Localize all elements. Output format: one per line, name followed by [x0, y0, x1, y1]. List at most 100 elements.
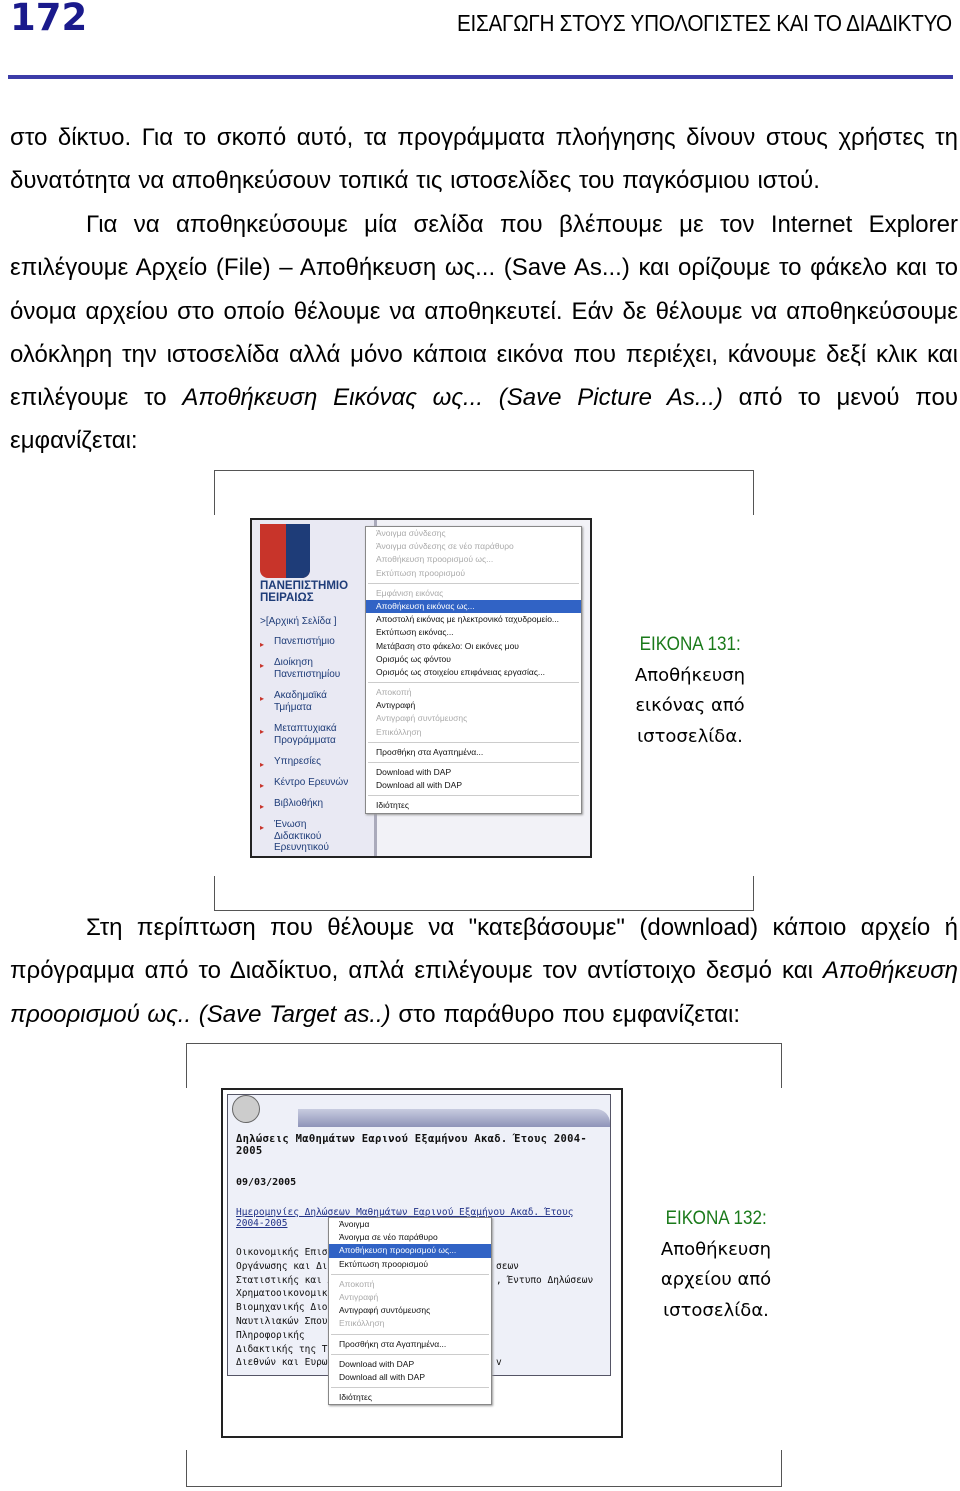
nav-item-label: Βιβλιοθήκη [274, 798, 324, 809]
menu-item[interactable]: Εκτύπωση προορισμού [329, 1258, 491, 1271]
home-link[interactable]: >[Αρχική Σελίδα ] [260, 616, 337, 627]
menu-item[interactable]: Αποθήκευση προορισμού ως... [329, 1244, 491, 1258]
menu-item[interactable]: Επικόλληση [329, 1317, 491, 1330]
menu-separator [368, 582, 579, 584]
menu-item[interactable]: Αντιγραφή [329, 1291, 491, 1304]
menu-item[interactable]: Άνοιγμα σύνδεσης [366, 527, 581, 540]
running-title: ΕΙΣΑΓΩΓΗ ΣΤΟΥΣ ΥΠΟΛΟΓΙΣΤΕΣ ΚΑΙ ΤΟ ΔΙΑΔΙΚ… [457, 10, 952, 36]
paragraph-1: στο δίκτυο. Για το σκοπό αυτό, τα προγρά… [10, 116, 958, 203]
sidebar-nav-item[interactable]: Πανεπιστήμιο [260, 636, 335, 650]
menu-item[interactable]: Αντιγραφή συντόμευσης [329, 1304, 491, 1317]
nav-item-label: Ακαδημαϊκά [274, 690, 327, 701]
menu-item[interactable]: Άνοιγμα [329, 1218, 491, 1231]
nav-item-label: Πανεπιστήμιο [274, 636, 335, 647]
nav-item-label: Κέντρο Ερευνών [274, 777, 349, 788]
list-fragment: , Έντυπο Δηλώσεων [496, 1275, 594, 1286]
menu-item[interactable]: Άνοιγμα σε νέο παράθυρο [329, 1231, 491, 1244]
nav-item-label: Μεταπτυχιακά [274, 723, 337, 734]
menu-item[interactable]: Προσθήκη στα Αγαπημένα... [329, 1338, 491, 1351]
context-menu: Άνοιγμα Άνοιγμα σε νέο παράθυρο Αποθήκευση… [328, 1217, 492, 1406]
menu-item[interactable]: Αποθήκευση εικόνας ως... [366, 599, 581, 614]
figure-frame-bottom [186, 1450, 782, 1487]
menu-item[interactable]: Προσθήκη στα Αγαπημένα... [366, 746, 581, 759]
context-menu: Άνοιγμα σύνδεσης Άνοιγμα σύνδεσης σε νέο … [365, 526, 582, 814]
menu-separator [331, 1353, 489, 1355]
menu-item[interactable]: Εμφάνιση εικόνας [366, 587, 581, 600]
menu-item[interactable]: Ιδιότητες [329, 1391, 491, 1404]
menu-separator [331, 1273, 489, 1275]
paragraph-2: Για να αποθηκεύσουμε μία σελίδα που βλέπ… [10, 203, 958, 463]
menu-item[interactable]: Επικόλληση [366, 726, 581, 739]
panel-header-bar [298, 1109, 610, 1127]
nav-item-label: Προγράμματα [274, 734, 336, 746]
caption-line: εικόνας από [635, 695, 745, 716]
screenshot-course-page: Δηλώσεις Μαθημάτων Εαρινού Εξαμήνου Ακαδ… [221, 1088, 623, 1438]
menu-separator [331, 1333, 489, 1335]
sidebar-nav-item[interactable]: ΜεταπτυχιακάΠρογράμματα [260, 723, 337, 746]
nav-item-label: Υπηρεσίες [274, 756, 321, 767]
sidebar-nav-item[interactable]: ΈνωσηΔιδακτικούΕρευνητικού [260, 819, 329, 854]
paragraph-1-text: στο δίκτυο. Για το σκοπό αυτό, τα προγρά… [10, 124, 958, 195]
nav-item-label: Ένωση [274, 819, 307, 830]
header-rule [8, 75, 953, 79]
menu-item[interactable]: Αντιγραφή συντόμευσης [366, 712, 581, 725]
menu-item[interactable]: Download all with DAP [329, 1371, 491, 1384]
sidebar-nav-item[interactable]: Βιβλιοθήκη [260, 798, 324, 812]
caption-line: αρχείου από [660, 1269, 772, 1290]
menu-item[interactable]: Ορισμός ως στοιχείου επιφάνειας εργασίας… [366, 666, 581, 679]
department-item: Οικονομικής Επιστή [236, 1247, 339, 1258]
department-item: Διεθνών και Ευρωπ [236, 1357, 334, 1369]
menu-item[interactable]: Download all with DAP [366, 779, 581, 792]
p3-text-a: Στη περίπτωση που θέλουμε να "κατεβάσουμ… [10, 914, 958, 985]
page-date: 09/03/2005 [236, 1177, 297, 1188]
caption-line: ιστοσελίδα. [637, 725, 743, 747]
list-fragment: v [496, 1357, 502, 1368]
nav-item-label: Πανεπιστημίου [274, 668, 341, 680]
site-name: ΠΑΝΕΠΙΣΤΗΜΙΟ ΠΕΙΡΑΙΩΣ [260, 580, 348, 604]
department-item: Ναυτιλιακών Σπουδ [236, 1316, 334, 1327]
site-sidebar: ΠΑΝΕΠΙΣΤΗΜΙΟΠΕΙΡΑΙΩΣ >[Αρχική Σελίδα ] Π… [252, 520, 374, 856]
menu-item[interactable]: Download with DAP [329, 1358, 491, 1371]
menu-separator [331, 1387, 489, 1389]
menu-item[interactable]: Αποκοπή [366, 686, 581, 699]
menu-item[interactable]: Αποκοπή [329, 1278, 491, 1291]
screenshot-university-site: ΠΑΝΕΠΙΣΤΗΜΙΟΠΕΙΡΑΙΩΣ >[Αρχική Σελίδα ] Π… [250, 518, 592, 858]
caption-line: Αποθήκευση [634, 664, 746, 686]
sidebar-nav-item[interactable]: Υπηρεσίες [260, 756, 321, 770]
menu-item[interactable]: Download with DAP [366, 766, 581, 779]
menu-item[interactable]: Αποθήκευση προορισμού ως... [366, 553, 581, 566]
sidebar-nav-item[interactable]: ΑκαδημαϊκάΤμήματα [260, 690, 327, 713]
sidebar-nav-item[interactable]: ΔιοίκησηΠανεπιστημίου [260, 657, 341, 680]
list-fragment: σεων [496, 1261, 519, 1272]
menu-item[interactable]: Εκτύπωση εικόνας... [366, 626, 581, 639]
site-name-line: ΠΕΙΡΑΙΩΣ [260, 592, 314, 604]
department-item: Πληροφορικής [236, 1329, 305, 1341]
sidebar-nav-item[interactable]: Κέντρο Ερευνών [260, 777, 349, 791]
department-item: Οργάνωσης και Διοί [236, 1260, 339, 1272]
figure-2-caption: ΕΙΚΟΝΑ 132: Αποθήκευση αρχείου από ιστοσ… [646, 1204, 786, 1326]
figure-frame-top [214, 470, 754, 515]
caption-line: Αποθήκευση [660, 1238, 772, 1260]
nav-item-label: Διδακτικού [274, 830, 322, 842]
menu-item[interactable]: Ορισμός ως φόντου [366, 653, 581, 666]
page-heading: Δηλώσεις Μαθημάτων Εαρινού Εξαμήνου Ακαδ… [236, 1133, 587, 1157]
nav-item-label: Ερευνητικού [274, 842, 329, 853]
menu-separator [368, 795, 579, 797]
menu-item[interactable]: Ιδιότητες [366, 799, 581, 812]
menu-separator [368, 762, 579, 763]
menu-item[interactable]: Μετάβαση στο φάκελο: Οι εικόνες μου [366, 640, 581, 653]
menu-item[interactable]: Άνοιγμα σύνδεσης σε νέο παράθυρο [366, 540, 581, 553]
menu-item[interactable]: Αντιγραφή [366, 699, 581, 712]
caption-title: ΕΙΚΟΝΑ 131: [639, 634, 741, 655]
menu-item[interactable]: Εκτύπωση προορισμού [366, 567, 581, 580]
newspaper-icon [232, 1095, 260, 1123]
menu-item[interactable]: Αποστολή εικόνας με ηλεκτρονικό ταχυδρομ… [366, 613, 581, 626]
menu-separator [368, 741, 579, 743]
nav-item-label: Τμήματα [274, 701, 312, 713]
logo-right-half [286, 524, 310, 578]
figure-frame-top [186, 1043, 782, 1088]
paragraph-3: Στη περίπτωση που θέλουμε να "κατεβάσουμ… [10, 906, 958, 1036]
p3-text-c: στο παράθυρο που εμφανίζεται: [390, 1000, 741, 1028]
caption-title: ΕΙΚΟΝΑ 132: [665, 1208, 767, 1229]
p2-text-a: Για να αποθηκεύσουμε μία σελίδα που βλέπ… [10, 211, 958, 412]
